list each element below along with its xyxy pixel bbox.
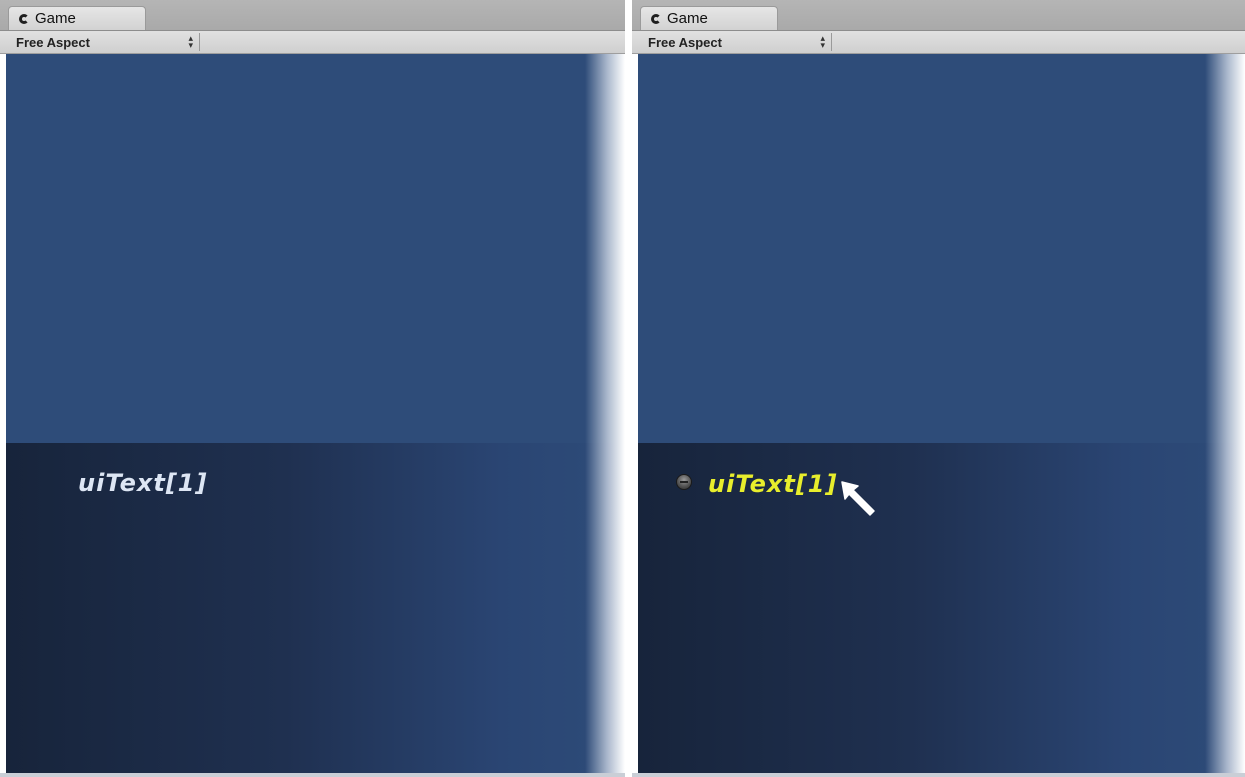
game-view[interactable]: uiText[1] xyxy=(638,54,1245,773)
bottom-border xyxy=(0,773,625,777)
aspect-dropdown[interactable]: Free Aspect ▴ ▾ xyxy=(12,33,200,51)
tab-strip: Game xyxy=(0,0,625,31)
dropdown-arrow-icon: ▴ ▾ xyxy=(820,33,825,50)
tab-label: Game xyxy=(35,10,76,27)
screenshot-canvas: Game Free Aspect ▴ ▾ uiText[1] Game Free… xyxy=(0,0,1245,777)
aspect-dropdown[interactable]: Free Aspect ▴ ▾ xyxy=(644,33,832,51)
panel-edge-shade xyxy=(585,54,625,773)
game-view[interactable]: uiText[1] xyxy=(6,54,625,773)
game-icon xyxy=(19,13,29,24)
game-window-left: Game Free Aspect ▴ ▾ uiText[1] xyxy=(0,0,625,777)
tab-label: Game xyxy=(667,10,708,27)
tab-game[interactable]: Game xyxy=(640,6,778,30)
game-icon xyxy=(651,13,661,24)
panel-edge-shade xyxy=(1205,54,1245,773)
scene-sky xyxy=(6,54,625,443)
scene-sky xyxy=(638,54,1245,443)
ui-text-label-hovered[interactable]: uiText[1] xyxy=(708,470,837,498)
cursor-arrow-icon xyxy=(841,481,875,516)
game-toolbar: Free Aspect ▴ ▾ xyxy=(0,31,625,54)
tab-game[interactable]: Game xyxy=(8,6,146,30)
game-toolbar: Free Aspect ▴ ▾ xyxy=(632,31,1245,54)
dropdown-arrow-icon: ▴ ▾ xyxy=(188,33,193,50)
radio-icon xyxy=(676,474,692,490)
game-window-right: Game Free Aspect ▴ ▾ uiText[1] xyxy=(632,0,1245,777)
ui-text-label[interactable]: uiText[1] xyxy=(78,469,207,497)
aspect-dropdown-label: Free Aspect xyxy=(648,34,722,50)
aspect-dropdown-label: Free Aspect xyxy=(16,34,90,50)
bottom-border xyxy=(632,773,1245,777)
tab-strip: Game xyxy=(632,0,1245,31)
